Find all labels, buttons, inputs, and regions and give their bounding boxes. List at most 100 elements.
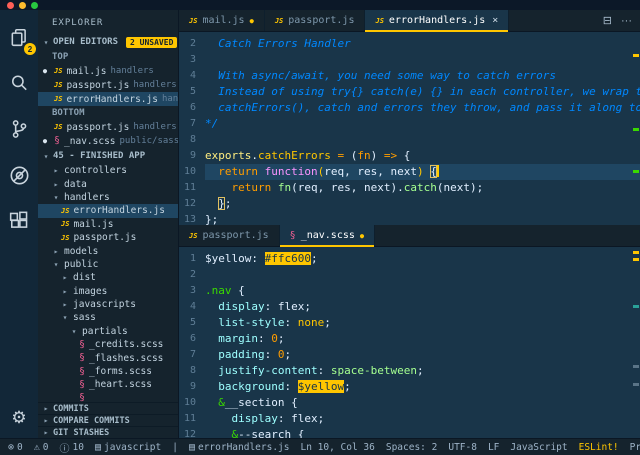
tab-mail.js[interactable]: JS mail.js ● [179,10,265,31]
problems-warnings[interactable]: ⚠ 0 [34,442,49,453]
problems-errors[interactable]: ⊗ 0 [8,442,23,453]
tree-item-controllers[interactable]: ▸ controllers [38,164,178,177]
tab-passport.js[interactable]: JS passport.js [265,10,366,31]
open-editor-item[interactable]: JS passport.js handlers [38,120,178,134]
active-language-indicator[interactable]: ▤ javascript [95,442,161,453]
code-line[interactable]: 11 return fn(req, res, next).catch(next)… [179,180,640,196]
eslint-status[interactable]: ESLint! [579,442,619,453]
code-line[interactable]: 9 background: $yellow; [179,379,640,395]
tree-item-passport.js[interactable]: JS passport.js [38,231,178,244]
panel-compare-commits[interactable]: ▸ COMPARE COMMITS [38,414,178,426]
code-line[interactable]: 12 &--search { [179,427,640,438]
tree-item-mail.js[interactable]: JS mail.js [38,218,178,231]
open-editor-item[interactable]: ● JS mail.js handlers [38,64,178,78]
tab-_nav.scss[interactable]: § _nav.scss ● [279,225,376,247]
code-line[interactable]: 2 [179,267,640,283]
window-close-button[interactable] [7,1,14,9]
explorer-sidebar: EXPLORER ▾ OPEN EDITORS 2 UNSAVED TOP ● JS… [38,10,179,438]
code-line[interactable]: 10 return function(req, res, next) { [179,164,640,180]
line-number: 2 [189,269,196,280]
file-name: mail.js [73,218,114,230]
tree-item-images[interactable]: ▸ images [38,285,178,298]
activity-extensions-button[interactable] [4,206,34,236]
activity-search-button[interactable] [4,68,34,98]
code-line[interactable]: 8 [179,132,640,148]
file-name: _flashes.scss [89,352,164,364]
indentation[interactable]: Spaces: 2 [386,442,437,453]
more-actions-button[interactable]: ··· [621,15,632,27]
overview-ruler-mark [633,305,639,308]
extensions-icon [9,211,28,228]
settings-gear-icon[interactable]: ⚙ [11,408,26,428]
tab-passport.js[interactable]: JS passport.js [179,225,280,246]
code-line[interactable]: 9 exports.catchErrors = (fn) => { [179,148,640,164]
open-editor-item[interactable]: JSerrorHandlers.jshandler… [38,92,178,106]
problems-info[interactable]: ⓘ 10 [60,440,84,455]
code-line[interactable]: 11 display: flex; [179,411,640,427]
code-line[interactable]: 12 }; [179,196,640,212]
language-mode[interactable]: JavaScript [510,442,567,453]
code-line[interactable]: 3 .nav { [179,283,640,299]
active-file-indicator[interactable]: ▤ errorHandlers.js [189,442,290,453]
activity-debug-button[interactable] [4,160,34,190]
split-editor-button[interactable]: ⊟ [603,14,612,27]
code-text: exports.catchErrors = (fn) => { [205,148,640,164]
tab-bar-bottom: JS passport.js § _nav.scss ● [179,225,640,247]
cursor-position[interactable]: Ln 10, Col 36 [301,442,375,453]
tree-item-_flashes.scss[interactable]: § _flashes.scss [38,351,178,364]
panel-commits[interactable]: ▸ COMMITS [38,402,178,414]
prettier-status[interactable]: Prettier: ✓ [630,442,640,453]
code-line[interactable]: 2 Catch Errors Handler [179,36,640,52]
tree-item-sass[interactable]: ▾ sass [38,311,178,324]
code-line[interactable]: 10 &__section { [179,395,640,411]
code-line[interactable]: 8 justify-content: space-between; [179,363,640,379]
eol-sequence[interactable]: LF [488,442,499,453]
tree-item-handlers[interactable]: ▾ handlers [38,191,178,204]
open-editors-header[interactable]: ▾ OPEN EDITORS 2 UNSAVED [38,34,178,50]
code-line[interactable]: 7 padding: 0; [179,347,640,363]
token: padding [218,348,265,361]
overview-ruler-mark [633,383,639,386]
tab-errorHandlers.js[interactable]: JS errorHandlers.js × [365,10,510,32]
editor-pane-bottom[interactable]: 1 $yellow: #ffc600; 2 3 .nav {4 display: fle… [179,247,640,438]
code-text: $yellow: #ffc600; [205,251,640,267]
tree-item-models[interactable]: ▸ models [38,244,178,257]
tree-item-dist[interactable]: ▸ dist [38,271,178,284]
js-file-icon: JS [375,16,384,25]
token: }; [205,213,219,225]
token: . [251,149,258,162]
tree-item-_forms.scss[interactable]: § _forms.scss [38,365,178,378]
code-line[interactable]: 6 catchErrors(), catch and errors they t… [179,100,640,116]
code-line[interactable]: 3 [179,52,640,68]
code-line[interactable]: 5 Instead of using try{} catch(e) {} in … [179,84,640,100]
editor-pane-top[interactable]: 1/*2 Catch Errors Handler34 With async/a… [179,32,640,225]
code-text: display: flex; [205,411,640,427]
code-line[interactable]: 1 $yellow: #ffc600; [179,251,640,267]
token: ; [304,300,311,313]
code-line[interactable]: 7 */ [179,116,640,132]
code-line[interactable]: 4 With async/await, you need some way to… [179,68,640,84]
encoding[interactable]: UTF-8 [448,442,477,453]
tree-item-_credits.scss[interactable]: § _credits.scss [38,338,178,351]
folder-root-header[interactable]: ▾ 45 - FINISHED APP [38,148,178,164]
open-editor-item[interactable]: JS passport.js handlers [38,78,178,92]
tree-item-_heart.scss[interactable]: § _heart.scss [38,378,178,391]
code-line[interactable]: 6 margin: 0; [179,331,640,347]
code-line[interactable]: 4 display: flex; [179,299,640,315]
code-line[interactable]: 13}; [179,212,640,225]
activity-explorer-button[interactable]: 2 [4,22,36,55]
tree-item-partial[interactable]: § [38,392,178,402]
panel-git-stashes[interactable]: ▸ GIT STASHES [38,426,178,438]
tree-item-partials[interactable]: ▾ partials [38,325,178,338]
open-editor-item[interactable]: ● §_nav.scsspublic/sass/pa… [38,134,178,148]
tree-item-data[interactable]: ▸ data [38,177,178,190]
close-icon[interactable]: × [492,15,498,26]
code-line[interactable]: 5 list-style: none; [179,315,640,331]
activity-source-control-button[interactable] [4,114,34,144]
window-maximize-button[interactable] [31,1,38,9]
tree-item-public[interactable]: ▾ public [38,258,178,271]
tree-item-errorHandlers.js[interactable]: JS errorHandlers.js [38,204,178,218]
js-file-icon: JS [54,123,63,131]
tree-item-javascripts[interactable]: ▸ javascripts [38,298,178,311]
window-minimize-button[interactable] [19,1,26,9]
